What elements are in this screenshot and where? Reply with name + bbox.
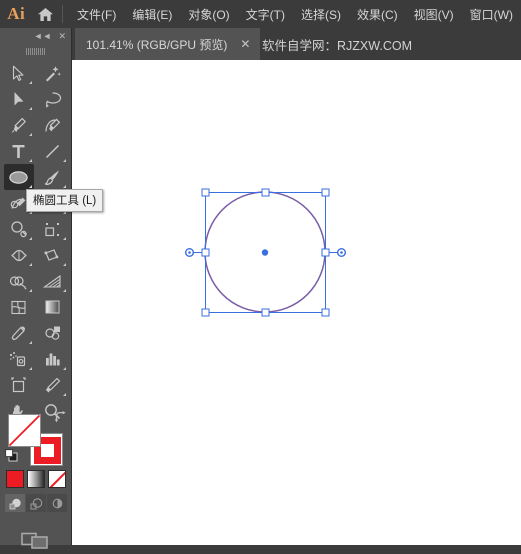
shape-builder-tool-icon[interactable] — [4, 268, 34, 294]
tool-expand-corner — [62, 237, 66, 240]
change-screen-mode-button[interactable] — [0, 526, 72, 554]
tools-grid — [0, 58, 71, 424]
tool-expand-corner — [28, 237, 32, 240]
right-rotate-widget[interactable] — [337, 247, 347, 257]
handle-middle-right[interactable] — [321, 248, 330, 257]
draw-normal-button[interactable] — [5, 494, 25, 512]
menu-bar: Ai 文件(F) 编辑(E) 对象(O) 文字(T) 选择(S) 效果(C) 视… — [0, 0, 521, 28]
tool-expand-corner — [62, 185, 66, 188]
no-fill-slash-icon — [8, 414, 41, 447]
handle-bottom-left[interactable] — [201, 308, 210, 317]
line-segment-tool-icon[interactable] — [38, 138, 68, 164]
none-mode-button[interactable] — [48, 470, 66, 488]
center-anchor-point[interactable] — [261, 249, 269, 256]
menu-effect[interactable]: 效果(C) — [349, 2, 406, 27]
gradient-tool-icon[interactable] — [38, 294, 68, 320]
lasso-tool-icon[interactable] — [38, 86, 68, 112]
perspective-grid-tool-icon[interactable] — [38, 268, 68, 294]
fill-stroke-controls — [0, 408, 72, 470]
home-icon — [37, 7, 53, 21]
panel-drag-grip[interactable] — [0, 44, 71, 58]
curvature-tool-icon[interactable] — [38, 112, 68, 138]
handle-bottom-right[interactable] — [321, 308, 330, 317]
scale-tool-icon[interactable] — [38, 216, 68, 242]
tool-expand-corner — [62, 393, 66, 396]
ellipse-tool-icon[interactable] — [3, 164, 34, 190]
watermark-text: 软件自学网：RJZXW.COM — [262, 38, 412, 53]
handle-middle-left[interactable] — [201, 248, 210, 257]
tool-expand-corner — [28, 185, 32, 188]
tool-expand-corner — [28, 159, 32, 162]
tool-expand-corner — [28, 133, 32, 136]
draw-inside-icon — [52, 498, 62, 508]
fill-swatch[interactable] — [8, 414, 41, 447]
collapse-panel-icon[interactable]: ◄◄ — [34, 31, 52, 41]
handle-top-center[interactable] — [261, 188, 270, 197]
drawing-mode-buttons — [0, 494, 72, 512]
tool-expand-corner — [62, 159, 66, 162]
artboard-tool-icon[interactable] — [4, 372, 34, 398]
pen-tool-icon[interactable] — [4, 112, 34, 138]
app-logo: Ai — [7, 4, 26, 23]
magic-wand-tool-icon[interactable] — [38, 60, 68, 86]
selection-tool-icon[interactable] — [4, 60, 34, 86]
menu-edit[interactable]: 编辑(E) — [124, 2, 180, 27]
rotate-tool-icon[interactable] — [4, 216, 34, 242]
screen-mode-icon — [21, 532, 48, 549]
color-mode-button[interactable] — [6, 470, 24, 488]
document-tab-title: 101.41% (RGB/GPU 预览) — [86, 37, 228, 52]
tool-expand-corner — [28, 367, 32, 370]
tool-expand-corner — [62, 289, 66, 292]
tab-bar: 101.41% (RGB/GPU 预览) ✕ 软件自学网：RJZXW.COM — [0, 28, 521, 60]
type-tool-icon[interactable] — [4, 138, 34, 164]
menu-window[interactable]: 窗口(W) — [462, 2, 521, 27]
tools-panel-header: ◄◄ ✕ — [0, 28, 71, 44]
menu-select[interactable]: 选择(S) — [293, 2, 349, 27]
default-fill-stroke-icon[interactable] — [5, 449, 18, 462]
draw-behind-icon — [30, 497, 42, 509]
width-tool-icon[interactable] — [4, 242, 34, 268]
mesh-tool-icon[interactable] — [4, 294, 34, 320]
tool-expand-corner — [28, 289, 32, 292]
document-tab[interactable]: 101.41% (RGB/GPU 预览) ✕ — [75, 28, 261, 60]
slice-tool-icon[interactable] — [38, 372, 68, 398]
left-rotate-widget[interactable] — [184, 247, 194, 257]
handle-top-right[interactable] — [321, 188, 330, 197]
menu-divider — [62, 5, 64, 23]
close-icon[interactable]: ✕ — [238, 38, 252, 50]
direct-selection-tool-icon[interactable] — [4, 86, 34, 112]
draw-behind-button[interactable] — [26, 494, 46, 512]
tools-panel: ◄◄ ✕ — [0, 28, 72, 549]
paintbrush-tool-icon[interactable] — [38, 164, 68, 190]
swap-fill-stroke-icon[interactable] — [54, 411, 67, 424]
home-button[interactable] — [33, 0, 59, 28]
close-panel-icon[interactable]: ✕ — [58, 31, 66, 41]
handle-bottom-center[interactable] — [261, 308, 270, 317]
color-mode-buttons — [0, 470, 72, 488]
gradient-mode-button[interactable] — [27, 470, 45, 488]
menu-object[interactable]: 对象(O) — [180, 2, 237, 27]
color-controls — [0, 408, 72, 549]
tool-expand-corner — [28, 107, 32, 110]
none-slash-icon — [49, 471, 65, 487]
tool-tooltip: 椭圆工具 (L) — [26, 189, 104, 212]
tool-expand-corner — [62, 367, 66, 370]
menu-view[interactable]: 视图(V) — [406, 2, 462, 27]
symbol-sprayer-tool-icon[interactable] — [4, 346, 34, 372]
menu-file[interactable]: 文件(F) — [69, 2, 124, 27]
handle-top-left[interactable] — [201, 188, 210, 197]
tool-expand-corner — [62, 263, 66, 266]
tool-expand-corner — [28, 263, 32, 266]
artwork-layer — [184, 188, 347, 317]
draw-inside-button[interactable] — [47, 494, 67, 512]
eyedropper-tool-icon[interactable] — [4, 320, 34, 346]
tool-expand-corner — [28, 81, 32, 84]
menu-type[interactable]: 文字(T) — [238, 2, 293, 27]
column-graph-tool-icon[interactable] — [38, 346, 68, 372]
blend-tool-icon[interactable] — [38, 320, 68, 346]
canvas-area[interactable] — [72, 60, 521, 545]
tool-expand-corner — [28, 341, 32, 344]
draw-normal-icon — [9, 498, 21, 509]
free-transform-tool-icon[interactable] — [38, 242, 68, 268]
